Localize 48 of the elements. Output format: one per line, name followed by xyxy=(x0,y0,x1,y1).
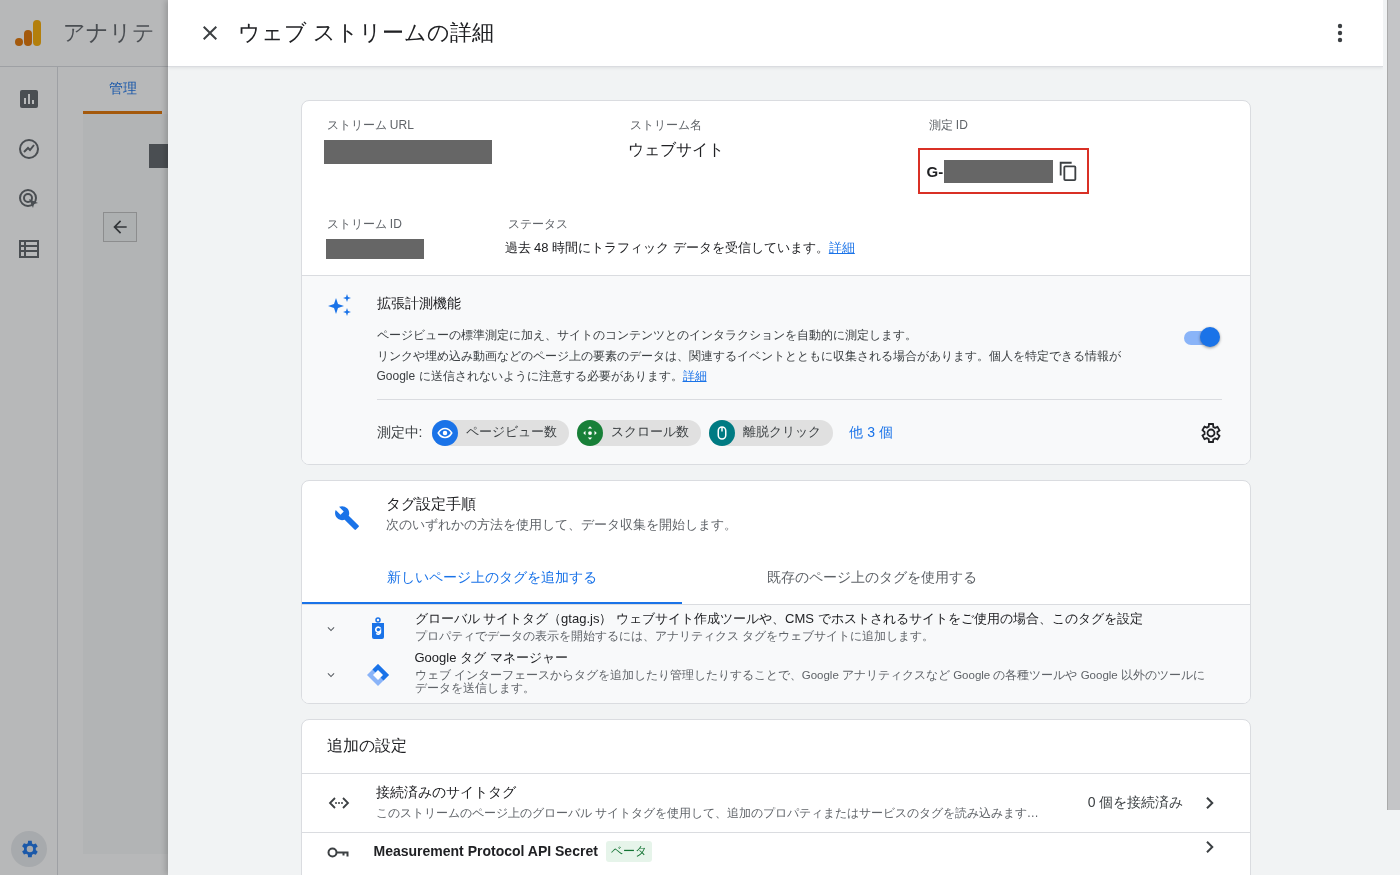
back-button[interactable] xyxy=(103,212,137,242)
option-description: ウェブ インターフェースからタグを追加したり管理したりすることで、Google アナリティクスなど Google の各種ツールや Google 以外のツールにデータを送信します。 xyxy=(414,668,1206,695)
details-link[interactable]: 詳細 xyxy=(828,240,855,255)
details-link[interactable]: 詳細 xyxy=(682,369,707,383)
description-text: ページビューの標準測定に加え、サイトのコンテンツとのインタラクションを自動的に測定します。 xyxy=(376,327,918,344)
section-title: 拡張計測機能 xyxy=(376,295,462,313)
settings-button[interactable] xyxy=(10,831,47,867)
key-icon xyxy=(326,846,349,858)
status-text: 過去 48 時間にトラフィック データを受信しています。詳細 xyxy=(504,239,855,257)
row-title: Measurement Protocol API Secret xyxy=(373,843,598,859)
field-label: ステータス xyxy=(506,216,569,233)
list-icon[interactable] xyxy=(16,237,41,261)
field-label: ストリーム ID xyxy=(325,216,403,233)
stream-name: ウェブサイト xyxy=(626,140,725,160)
scrollbar[interactable] xyxy=(1387,0,1400,810)
method-tab[interactable]: 新しいページ上のタグを追加する xyxy=(301,553,682,604)
description-text: リンクや埋め込み動画などのページ上の要素のデータは、関連するイベントとともに収集される場合があります。個人を特定できる情報がGoogle に送信されないように注意する必要があります。詳細 xyxy=(376,347,1122,385)
diamond-icon xyxy=(365,662,390,687)
field-label: ストリーム URL xyxy=(325,117,415,134)
section-title: タグ設定手順 xyxy=(385,494,477,514)
more-options-icon[interactable] xyxy=(1337,23,1343,43)
measurement-id: G- xyxy=(926,162,944,180)
option-description: プロパティでデータの表示を開始するには、アナリティクス タグをウェブサイトに追加します。 xyxy=(414,629,935,643)
method-tab[interactable]: 既存のページ上のタグを使用する xyxy=(681,553,1062,604)
beta-badge: ベータ xyxy=(605,840,652,862)
trend-icon[interactable] xyxy=(16,137,41,161)
chip-label: 離脱クリック xyxy=(743,424,822,441)
settings-row[interactable]: Measurement Protocol API Secret ベータ xyxy=(301,832,1250,875)
connected-count: 0 個を接続済み xyxy=(1087,793,1184,812)
settings-row[interactable]: 接続済みのサイトタグ このストリームのページ上のグローバル サイトタグを使用して、追加のプロパティまたはサービスのタグを読み込みます… 0 個を接続済み xyxy=(301,773,1250,833)
field-label: 測定 ID xyxy=(927,117,969,134)
wrench-icon xyxy=(333,504,360,531)
measuring-label: 測定中: xyxy=(376,423,423,442)
chevron-right-icon xyxy=(1205,840,1214,853)
panel-title: ウェブ ストリームの詳細 xyxy=(238,19,496,47)
option-title: Google タグ マネージャー xyxy=(414,648,569,667)
section-subtitle: 次のいずれかの方法を使用して、データ収集を開始します。 xyxy=(385,516,737,534)
app-title: アナリテ xyxy=(63,19,155,47)
chip-label: ページビュー数 xyxy=(466,424,558,441)
chip-label: スクロール数 xyxy=(611,424,690,441)
row-title: 接続済みのサイトタグ xyxy=(375,783,516,802)
option-title: グローバル サイトタグ（gtag.js） ウェブサイト作成ツールや、CMS でホストされるサイトをご使用の場合、このタグを設定 xyxy=(414,609,1143,628)
field-label: ストリーム名 xyxy=(628,117,703,134)
section-title: 追加の設定 xyxy=(301,719,1250,774)
more-events-link[interactable]: 他 3 個 xyxy=(849,423,1190,442)
row-description: このストリームのページ上のグローバル サイトタグを使用して、追加のプロパティまたはサービスのタグを読み込みます… xyxy=(375,804,1040,822)
analytics-logo xyxy=(15,18,43,48)
chevron-right-icon xyxy=(1205,796,1214,809)
